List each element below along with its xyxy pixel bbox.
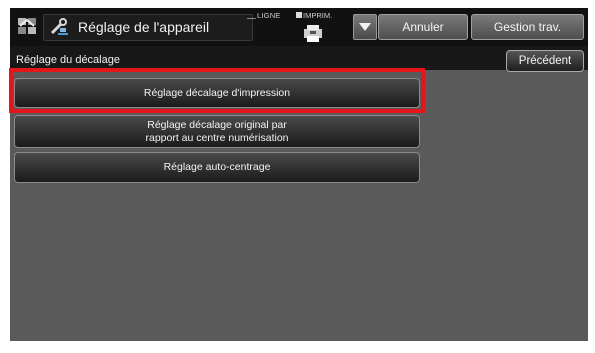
home-icon[interactable] [16, 15, 38, 37]
original-offset-adjust-button[interactable]: Réglage décalage original par rapport au… [14, 115, 420, 148]
auto-centering-adjust-button[interactable]: Réglage auto-centrage [14, 152, 420, 183]
dropdown-arrow-icon [359, 23, 371, 31]
ligne-label: LIGNE [257, 11, 281, 20]
top-bar: Réglage de l'appareil LIGNE IMPRIM. Annu… [10, 8, 588, 46]
menu-item-label: Réglage décalage original par [147, 119, 287, 131]
title-box: Réglage de l'appareil [43, 14, 253, 41]
back-button[interactable]: Précédent [506, 50, 584, 72]
job-status-button[interactable]: Gestion trav. [471, 14, 584, 40]
imprim-label: IMPRIM. [303, 11, 333, 20]
dropdown-button[interactable] [353, 14, 377, 40]
cancel-button[interactable]: Annuler [378, 14, 468, 40]
menu-item-label-line2: rapport au centre numérisation [145, 132, 289, 144]
printer-icon [304, 25, 322, 42]
highlight-frame [9, 68, 425, 113]
ligne-indicator-bar [247, 18, 256, 19]
device-screen: Réglage de l'appareil LIGNE IMPRIM. Annu… [10, 8, 588, 341]
section-title: Réglage du décalage [16, 54, 120, 66]
page-title: Réglage de l'appareil [78, 19, 210, 35]
tools-icon [50, 18, 68, 35]
imprim-indicator [296, 12, 302, 18]
menu-item-label: Réglage auto-centrage [163, 161, 271, 173]
